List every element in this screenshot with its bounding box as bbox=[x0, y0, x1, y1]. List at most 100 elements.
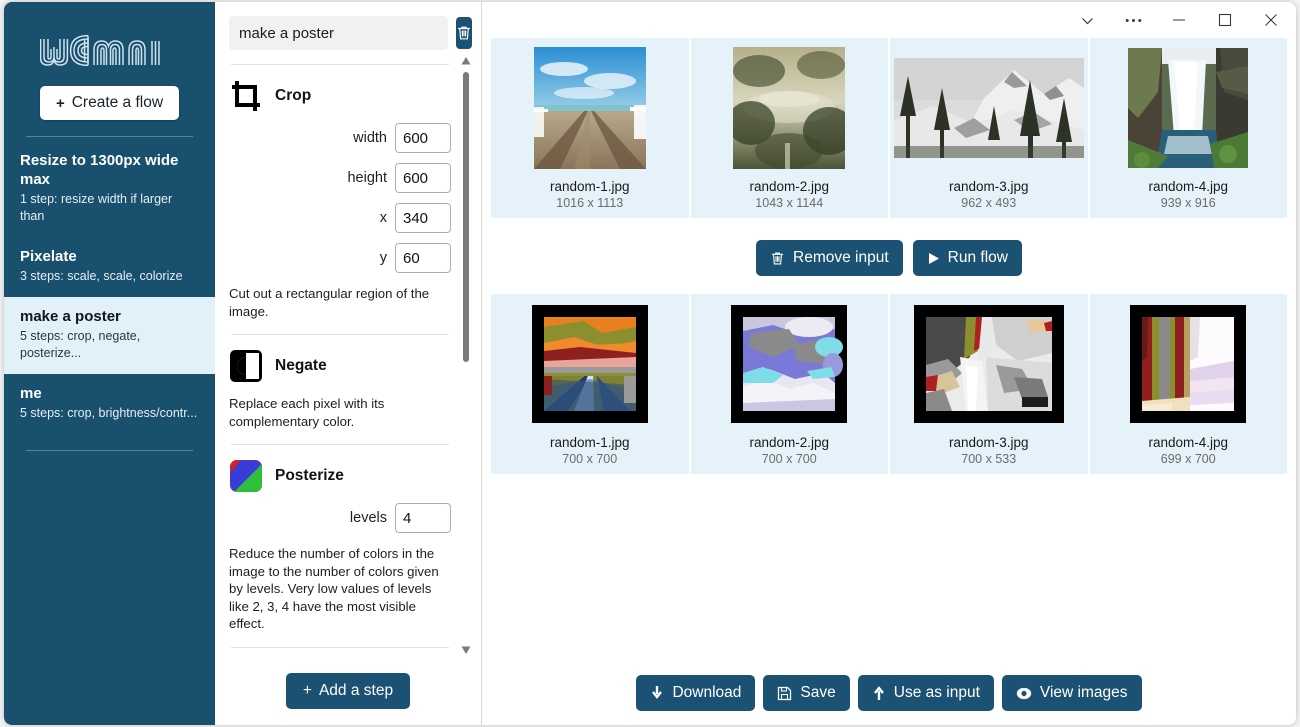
posterize-levels-input[interactable] bbox=[395, 503, 451, 533]
trash-icon bbox=[771, 252, 784, 264]
flow-subtitle: 5 steps: crop, negate, posterize... bbox=[20, 329, 141, 360]
negate-icon bbox=[230, 350, 262, 382]
thumbnail-box bbox=[890, 301, 1088, 427]
upload-arrow-icon bbox=[873, 685, 884, 700]
step-description: Replace each pixel with its complementar… bbox=[229, 396, 385, 429]
close-icon[interactable] bbox=[1248, 3, 1294, 37]
image-name: random-3.jpg bbox=[948, 179, 1029, 194]
crop-y-input[interactable] bbox=[395, 243, 451, 273]
step-posterize[interactable]: Posterize levels Reduce the number of co… bbox=[229, 459, 451, 633]
poster-trees-thumbnail-image bbox=[1130, 305, 1247, 423]
step-title: Posterize bbox=[275, 467, 344, 484]
scroll-up-arrow-icon[interactable] bbox=[461, 56, 471, 66]
save-button[interactable]: Save bbox=[763, 675, 850, 711]
view-images-label: View images bbox=[1039, 684, 1128, 701]
output-image-tile[interactable]: random-2.jpg 700 x 700 bbox=[690, 294, 889, 474]
remove-input-button[interactable]: Remove input bbox=[756, 240, 903, 276]
input-actions-toolbar: Remove input Run flow bbox=[482, 218, 1296, 294]
param-label: width bbox=[353, 130, 387, 146]
run-flow-button[interactable]: Run flow bbox=[912, 240, 1022, 276]
step-crop[interactable]: Crop width height x y bbox=[229, 79, 451, 320]
remove-input-label: Remove input bbox=[793, 249, 889, 266]
output-image-tile[interactable]: random-1.jpg 700 x 700 bbox=[491, 294, 689, 474]
param-row-width: width bbox=[229, 123, 451, 153]
eye-icon bbox=[1016, 687, 1032, 699]
thumbnail-box bbox=[691, 45, 889, 171]
image-name: random-1.jpg bbox=[549, 179, 630, 194]
image-dimensions: 1043 x 1144 bbox=[755, 196, 824, 210]
app-logo bbox=[4, 30, 215, 72]
step-description: Reduce the number of colors in the image… bbox=[229, 546, 439, 631]
input-image-tile[interactable]: random-4.jpg 939 x 916 bbox=[1089, 38, 1287, 218]
flow-name-input[interactable] bbox=[229, 16, 448, 50]
add-step-wrap: + Add a step bbox=[215, 661, 481, 725]
step-header: Posterize bbox=[229, 459, 451, 493]
sidebar: + Create a flow Resize to 1300px wide ma… bbox=[4, 2, 215, 725]
step-panel: Crop width height x y bbox=[215, 2, 482, 725]
image-name: random-2.jpg bbox=[749, 179, 830, 194]
flow-list-item-selected[interactable]: make a poster 5 steps: crop, negate, pos… bbox=[4, 297, 215, 374]
posterize-icon bbox=[230, 460, 262, 492]
thumbnail-box bbox=[1090, 301, 1288, 427]
steps-list: Crop width height x y bbox=[215, 64, 481, 648]
step-title: Crop bbox=[275, 87, 312, 104]
flow-title: Resize to 1300px wide max bbox=[20, 152, 179, 188]
param-label: x bbox=[379, 210, 387, 226]
scrollbar-thumb[interactable] bbox=[463, 72, 469, 362]
crop-height-input[interactable] bbox=[395, 163, 451, 193]
main-area: random-1.jpg 1016 x 1113 random-2.jpg 10… bbox=[482, 2, 1296, 725]
chevron-down-icon[interactable] bbox=[1064, 3, 1110, 37]
step-description: Cut out a rectangular region of the imag… bbox=[229, 286, 430, 319]
run-flow-label: Run flow bbox=[947, 249, 1008, 266]
sidebar-divider-top bbox=[26, 136, 193, 137]
image-name: random-4.jpg bbox=[1148, 435, 1229, 450]
output-image-tile[interactable]: random-3.jpg 700 x 533 bbox=[890, 294, 1088, 474]
image-name: random-3.jpg bbox=[948, 435, 1029, 450]
param-row-x: x bbox=[229, 203, 451, 233]
maximize-icon[interactable] bbox=[1202, 3, 1248, 37]
step-negate[interactable]: Negate Replace each pixel with its compl… bbox=[229, 349, 451, 430]
output-image-tile[interactable]: random-4.jpg 699 x 700 bbox=[1089, 294, 1288, 474]
snow-mountain-thumbnail-image bbox=[893, 58, 1084, 158]
crop-x-input[interactable] bbox=[395, 203, 451, 233]
image-dimensions: 700 x 533 bbox=[961, 452, 1017, 466]
thumbnail-box bbox=[890, 45, 1088, 171]
thumbnail-box bbox=[491, 301, 689, 427]
download-button[interactable]: Download bbox=[636, 675, 756, 711]
step-divider bbox=[231, 64, 449, 65]
thumbnail-box bbox=[691, 301, 889, 427]
param-label: y bbox=[379, 250, 387, 266]
flow-name-row bbox=[215, 2, 481, 50]
steps-scrollbar[interactable] bbox=[459, 50, 473, 661]
param-row-y: y bbox=[229, 243, 451, 273]
input-image-tile[interactable]: random-3.jpg 962 x 493 bbox=[890, 38, 1088, 218]
use-as-input-label: Use as input bbox=[893, 684, 980, 701]
create-flow-button[interactable]: + Create a flow bbox=[39, 86, 180, 120]
image-name: random-4.jpg bbox=[1148, 179, 1229, 194]
param-row-height: height bbox=[229, 163, 451, 193]
add-step-button[interactable]: + Add a step bbox=[285, 673, 411, 709]
use-as-input-button[interactable]: Use as input bbox=[857, 675, 994, 711]
image-dimensions: 962 x 493 bbox=[961, 196, 1017, 210]
input-image-tile[interactable]: random-1.jpg 1016 x 1113 bbox=[491, 38, 689, 218]
trash-icon bbox=[457, 26, 471, 40]
delete-flow-button[interactable] bbox=[456, 17, 472, 49]
image-dimensions: 939 x 916 bbox=[1160, 196, 1216, 210]
param-label: levels bbox=[349, 510, 387, 526]
download-arrow-icon bbox=[652, 685, 663, 699]
minimize-icon[interactable] bbox=[1156, 3, 1202, 37]
input-image-tile[interactable]: random-2.jpg 1043 x 1144 bbox=[690, 38, 889, 218]
flow-list-item[interactable]: Pixelate 3 steps: scale, scale, colorize bbox=[4, 237, 215, 297]
image-dimensions: 1016 x 1113 bbox=[556, 196, 624, 210]
output-image-strip: random-1.jpg 700 x 700 random-2.jpg 700 … bbox=[482, 294, 1296, 474]
crop-width-input[interactable] bbox=[395, 123, 451, 153]
flow-title: me bbox=[20, 385, 42, 402]
flow-subtitle: 3 steps: scale, scale, colorize bbox=[20, 269, 183, 283]
view-images-button[interactable]: View images bbox=[1001, 675, 1142, 711]
more-options-icon[interactable] bbox=[1110, 3, 1156, 37]
scroll-down-arrow-icon[interactable] bbox=[461, 645, 471, 655]
flow-list-item[interactable]: me 5 steps: crop, brightness/contr... bbox=[4, 374, 215, 434]
flow-list-item[interactable]: Resize to 1300px wide max 1 step: resize… bbox=[4, 141, 215, 237]
flow-title: make a poster bbox=[20, 308, 121, 325]
thumbnail-box bbox=[491, 45, 689, 171]
